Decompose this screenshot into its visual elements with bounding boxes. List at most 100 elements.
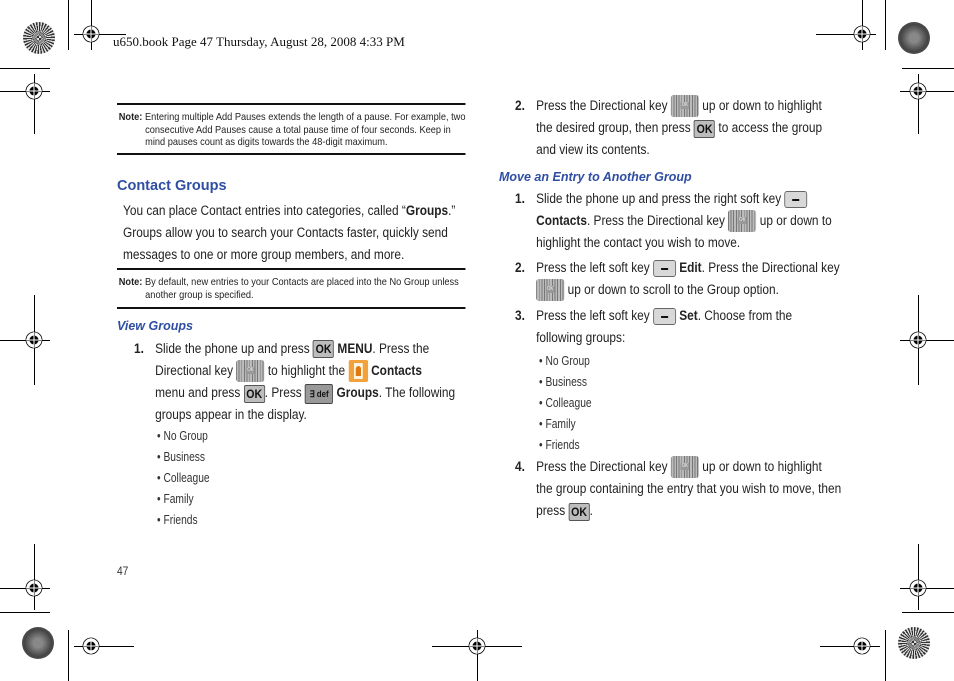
ok-key-icon: OK [693, 119, 716, 138]
crop-mark [0, 612, 50, 613]
step-2-view-groups: 2. Press the Directional key OK up or dow… [515, 95, 822, 161]
list-item: • Family [157, 492, 194, 506]
list-item: • Colleague [157, 471, 210, 485]
registration-mark-icon [468, 637, 486, 655]
directional-key-icon: OK [670, 95, 699, 118]
step-text: up or down to highlight [702, 98, 822, 113]
step-text: . Press the Directional key [701, 260, 840, 275]
list-item-label: No Group [545, 354, 590, 368]
crop-mark [902, 68, 954, 69]
step-text: . Choose from the [697, 308, 793, 323]
step-text: the group containing the entry that you … [536, 481, 842, 497]
registration-mark-icon [909, 82, 927, 100]
ok-key-icon: OK [312, 340, 335, 359]
note-add-pauses: Note: Entering multiple Add Pauses exten… [117, 103, 466, 155]
step-number: 1. [515, 191, 525, 206]
color-bar-rosette-icon [898, 627, 930, 659]
step-4-move-entry: 4. Press the Directional key OK up or dow… [515, 456, 841, 522]
step-text: and view its contents. [536, 142, 650, 158]
step-number: 4. [515, 459, 525, 474]
groups-term: Groups [336, 385, 379, 401]
crop-mark [68, 0, 69, 50]
soft-key-icon [653, 307, 676, 325]
page-number: 47 [117, 564, 129, 578]
step-text: following groups: [536, 330, 626, 345]
three-def-key-icon: ∃ def [305, 383, 334, 404]
note-default-group: Note: By default, new entries to your Co… [117, 268, 466, 309]
list-item: • Colleague [539, 396, 592, 410]
step-text: to highlight the [267, 363, 346, 378]
crop-mark [902, 612, 954, 613]
soft-key-icon [653, 259, 676, 277]
step-text: Press the Directional key [536, 459, 668, 474]
list-item-label: No Group [163, 429, 208, 443]
step-text: the desired group, then press [536, 120, 691, 136]
step-text: highlight the contact you wish to move. [536, 235, 741, 251]
step-2-move-entry: 2. Press the left soft key Edit. Press th… [515, 257, 840, 302]
list-item: • No Group [539, 354, 590, 368]
step-text: Slide the phone up and press the right s… [536, 191, 782, 206]
list-item: • Friends [157, 513, 198, 527]
dir-center: OK [680, 463, 690, 471]
list-item: • Business [157, 450, 206, 464]
print-slug: u650.book Page 47 Thursday, August 28, 2… [113, 34, 405, 49]
intro-paragraph: You can place Contact entries into categ… [123, 200, 455, 266]
contacts-term: Contacts [371, 363, 422, 378]
intro-text: .” [448, 203, 456, 218]
step-3-move-entry: 3. Press the left soft key Set. Choose fr… [515, 305, 792, 349]
list-item: • Family [539, 417, 576, 431]
subheading-view-groups: View Groups [117, 319, 193, 333]
registration-mark-icon [25, 579, 43, 597]
note-label: Note: [118, 276, 143, 288]
step-text: Press the Directional key [536, 98, 668, 113]
registration-mark-icon [25, 331, 43, 349]
note-label: Note: [118, 111, 143, 123]
list-item-label: Friends [163, 513, 198, 527]
step-text: Press the left soft key [536, 260, 650, 275]
list-item: • Business [539, 375, 588, 389]
crop-mark [0, 68, 50, 69]
step-number: 2. [515, 260, 525, 275]
step-text: Directional key [155, 363, 234, 378]
list-item-label: Colleague [163, 471, 210, 485]
step-1-move-entry: 1. Slide the phone up and press the right… [515, 188, 832, 254]
directional-key-icon: OK [728, 210, 757, 233]
intro-text: You can place Contact entries into categ… [123, 203, 406, 218]
registration-mark-icon [25, 82, 43, 100]
step-text: to access the group [718, 120, 823, 136]
set-term: Set [679, 308, 698, 323]
registration-mark-icon [82, 25, 100, 43]
registration-mark-icon [909, 331, 927, 349]
step-text: . Press [264, 385, 302, 401]
crop-mark [34, 544, 35, 610]
menu-term: MENU [337, 341, 373, 356]
contacts-term: Contacts [536, 213, 587, 228]
note-text: Entering multiple Add Pauses extends the… [144, 111, 466, 148]
step-text: . Press the Directional key [586, 213, 725, 228]
intro-text: Groups allow you to search your Contacts… [123, 225, 448, 240]
list-item-label: Family [545, 417, 576, 431]
dir-center: OK [545, 286, 555, 294]
dir-center: OK [680, 102, 690, 110]
directional-key-icon: OK [536, 279, 565, 302]
step-text: up or down to [759, 213, 832, 228]
list-item-label: Colleague [545, 396, 592, 410]
step-number: 1. [134, 341, 144, 356]
step-text: up or down to scroll to the Group option… [567, 282, 779, 297]
list-item-label: Family [163, 492, 194, 506]
note-text: By default, new entries to your Contacts… [144, 276, 459, 301]
color-bar-rosette-icon [898, 22, 930, 54]
crop-mark [68, 630, 69, 681]
directional-key-icon: OK [236, 360, 265, 383]
step-text: . Press the [372, 341, 430, 356]
step-text: Slide the phone up and press [155, 341, 310, 356]
step-text: Press the left soft key [536, 308, 650, 323]
step-number: 2. [515, 98, 525, 113]
registration-mark-icon [853, 25, 871, 43]
crop-mark [918, 544, 919, 610]
step-number: 3. [515, 308, 525, 323]
step-text: menu and press [155, 385, 241, 401]
soft-key-icon [784, 190, 808, 208]
step-text: press [536, 503, 566, 519]
step-1-view-groups: 1. Slide the phone up and press OK MENU. … [134, 338, 455, 426]
